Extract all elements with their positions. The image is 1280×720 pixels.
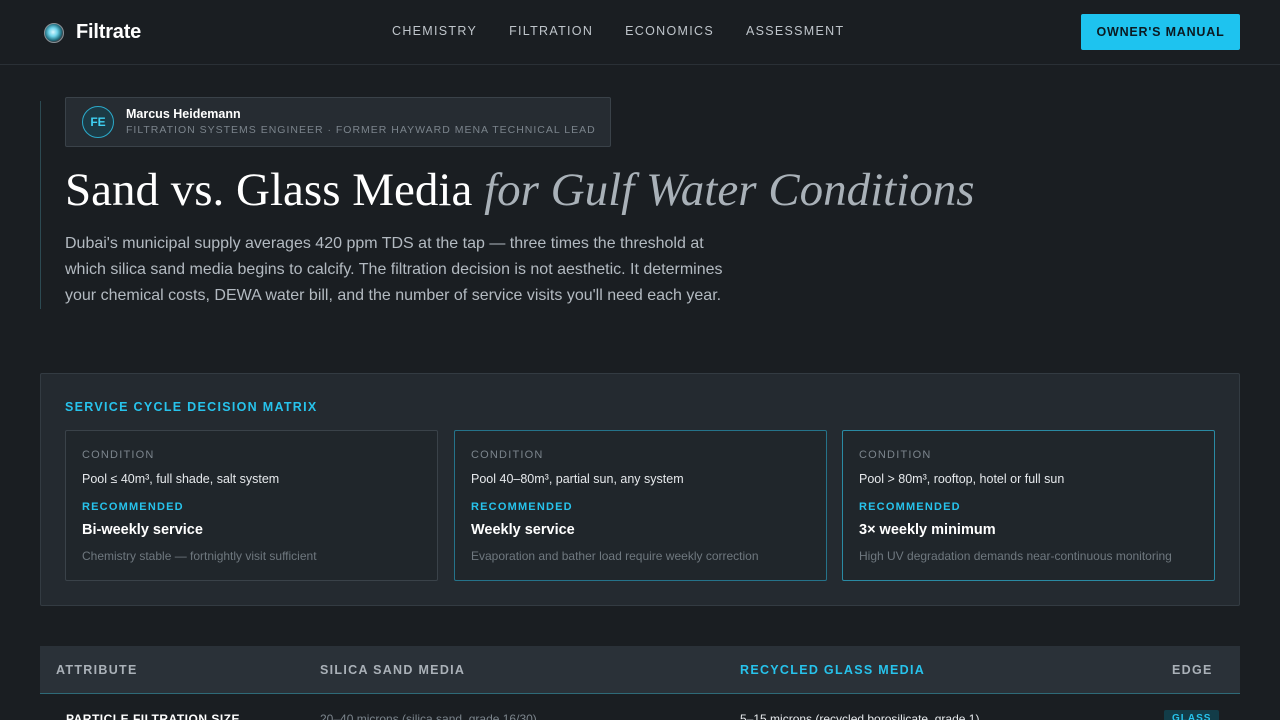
recommended-text: 3× weekly minimum [859,522,996,538]
card-note: Chemistry stable — fortnightly visit suf… [82,549,317,563]
matrix-card: CONDITION Pool ≤ 40m³, full shade, salt … [65,430,438,581]
recommended-text: Bi-weekly service [82,522,203,538]
top-navigation-bar: Filtrate CHEMISTRY FILTRATION ECONOMICS … [0,0,1280,65]
author-name: Marcus Heidemann [126,107,241,121]
hero-lede: Dubai's municipal supply averages 420 pp… [65,235,723,304]
brand-name: Filtrate [76,21,142,43]
owners-manual-button[interactable]: OWNER'S MANUAL [1081,14,1240,50]
card-note: High UV degradation demands near-continu… [859,549,1172,563]
condition-label: CONDITION [471,449,544,461]
globe-logo-icon [44,22,64,43]
author-card: FE Marcus Heidemann FILTRATION SYSTEMS E… [65,97,611,147]
condition-label: CONDITION [82,449,155,461]
comparison-table-header: ATTRIBUTE SILICA SAND MEDIA RECYCLED GLA… [40,646,1240,694]
matrix-card: CONDITION Pool > 80m³, rooftop, hotel or… [842,430,1215,581]
table-row: PARTICLE FILTRATION SIZE 20–40 microns (… [40,695,1240,720]
condition-text: Pool > 80m³, rooftop, hotel or full sun [859,472,1065,486]
matrix-title: SERVICE CYCLE DECISION MATRIX [65,400,318,414]
recommended-text: Weekly service [471,522,575,538]
nav-item-filtration[interactable]: FILTRATION [509,24,593,38]
condition-text: Pool ≤ 40m³, full shade, salt system [82,472,280,486]
recommended-label: RECOMMENDED [471,501,573,513]
avatar: FE [82,106,114,138]
column-header-attribute: ATTRIBUTE [56,663,138,677]
card-note: Evaporation and bather load require week… [471,549,759,563]
sand-cell: 20–40 microns (silica sand, grade 16/30) [320,712,537,720]
main-nav: CHEMISTRY FILTRATION ECONOMICS ASSESSMEN… [392,24,876,38]
nav-item-chemistry[interactable]: CHEMISTRY [392,24,477,38]
attribute-cell: PARTICLE FILTRATION SIZE [66,712,240,720]
condition-text: Pool 40–80m³, partial sun, any system [471,472,684,486]
column-header-sand: SILICA SAND MEDIA [320,663,466,677]
recommended-label: RECOMMENDED [859,501,961,513]
nav-item-economics[interactable]: ECONOMICS [625,24,714,38]
hero-accent-rule [40,101,41,309]
author-role: FILTRATION SYSTEMS ENGINEER · FORMER HAY… [126,124,596,136]
nav-item-assessment[interactable]: ASSESSMENT [746,24,844,38]
condition-label: CONDITION [859,449,932,461]
recommended-label: RECOMMENDED [82,501,184,513]
edge-badge: GLASS [1164,710,1220,720]
column-header-glass: RECYCLED GLASS MEDIA [740,663,926,677]
page-title: Sand vs. Glass Media for Gulf Water Cond… [65,163,975,217]
page-title-emphasis: for Gulf Water Conditions [484,164,975,216]
matrix-card: CONDITION Pool 40–80m³, partial sun, any… [454,430,827,581]
decision-matrix: SERVICE CYCLE DECISION MATRIX CONDITION … [40,373,1240,606]
glass-cell: 5–15 microns (recycled borosilicate, gra… [740,712,980,720]
page-title-main: Sand vs. Glass Media [65,164,485,216]
column-header-edge: EDGE [1172,663,1213,677]
brand[interactable]: Filtrate [44,21,141,44]
